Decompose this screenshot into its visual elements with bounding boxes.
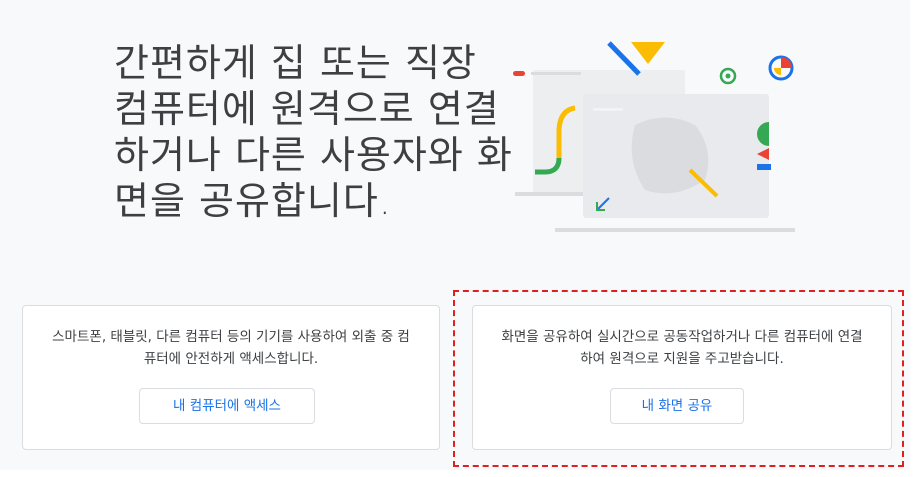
access-computer-card: 스마트폰, 태블릿, 다른 컴퓨터 등의 기기를 사용하여 외출 중 컴퓨터에 … — [22, 305, 440, 450]
access-my-computer-button[interactable]: 내 컴퓨터에 액세스 — [139, 388, 315, 424]
share-screen-card: 화면을 공유하여 실시간으로 공동작업하거나 다른 컴퓨터에 연결하여 원격으로… — [472, 305, 892, 450]
remote-desktop-page: 간편하게 집 또는 직장 컴퓨터에 원격으로 연결하거나 다른 사용자와 화면을… — [0, 0, 910, 470]
share-screen-description: 화면을 공유하여 실시간으로 공동작업하거나 다른 컴퓨터에 연결하여 원격으로… — [501, 329, 863, 367]
remote-desktop-illustration — [513, 41, 795, 232]
share-my-screen-button[interactable]: 내 화면 공유 — [610, 388, 744, 424]
hero-title: 간편하게 집 또는 직장 컴퓨터에 원격으로 연결하거나 다른 사용자와 화면을… — [114, 41, 513, 223]
access-computer-description: 스마트폰, 태블릿, 다른 컴퓨터 등의 기기를 사용하여 외출 중 컴퓨터에 … — [52, 329, 410, 367]
